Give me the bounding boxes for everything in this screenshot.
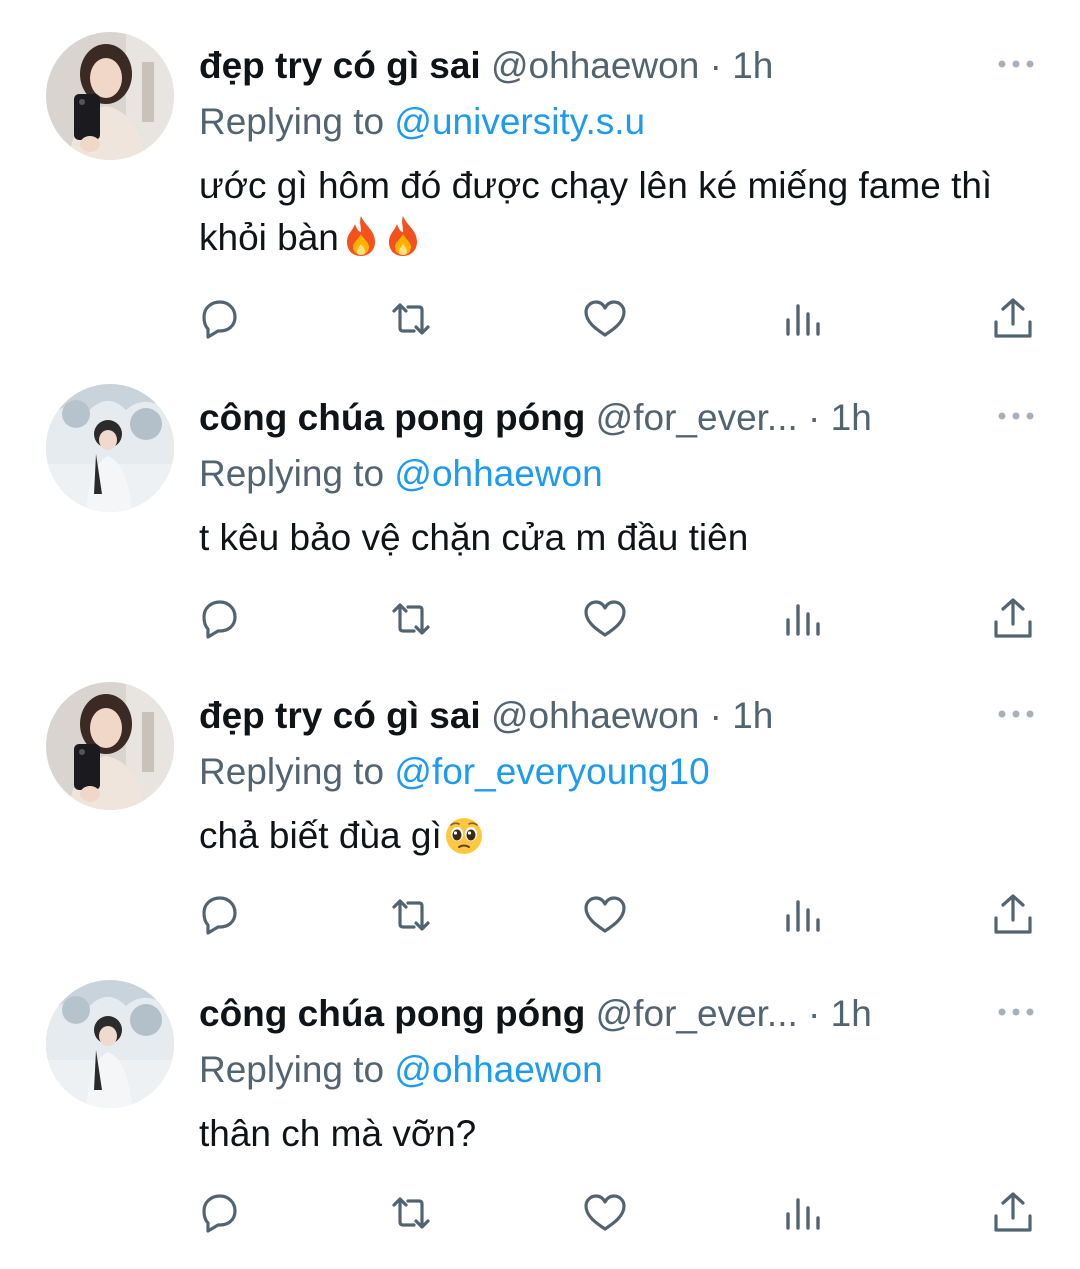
replying-to-line: Replying to @for_everyoung10 bbox=[199, 746, 710, 798]
avatar[interactable] bbox=[46, 384, 174, 512]
timestamp[interactable]: 1h bbox=[831, 993, 872, 1034]
timestamp[interactable]: 1h bbox=[732, 45, 773, 86]
replying-to-label: Replying to bbox=[199, 751, 385, 792]
tweet-actions bbox=[0, 890, 1080, 950]
timestamp[interactable]: 1h bbox=[732, 695, 773, 736]
handle[interactable]: @ohhaewon bbox=[491, 695, 699, 736]
reply-icon[interactable] bbox=[194, 594, 244, 644]
replying-to-label: Replying to bbox=[199, 101, 385, 142]
tweet-header: đẹp try có gì sai @ohhaewon · 1h bbox=[199, 38, 960, 94]
tweet-actions bbox=[0, 594, 1080, 654]
retweet-icon[interactable] bbox=[386, 594, 436, 644]
share-icon[interactable] bbox=[988, 890, 1038, 940]
retweet-icon[interactable] bbox=[386, 294, 436, 344]
share-icon[interactable] bbox=[988, 1188, 1038, 1238]
separator-dot: · bbox=[808, 993, 821, 1034]
avatar[interactable] bbox=[46, 32, 174, 160]
tweet[interactable]: đẹp try có gì sai @ohhaewon · 1h Replyin… bbox=[0, 0, 1080, 339]
tweet-text-content: ước gì hôm đó được chạy lên ké miếng fam… bbox=[199, 165, 993, 258]
avatar[interactable] bbox=[46, 980, 174, 1108]
tweet-header: công chúa pong póng @for_ever... · 1h bbox=[199, 390, 960, 446]
like-icon[interactable] bbox=[580, 594, 630, 644]
more-options-icon[interactable] bbox=[996, 404, 1036, 428]
handle[interactable]: @for_ever... bbox=[596, 993, 798, 1034]
replying-to-link[interactable]: @for_everyoung10 bbox=[394, 751, 709, 792]
reply-icon[interactable] bbox=[194, 1188, 244, 1238]
replying-to-label: Replying to bbox=[199, 453, 385, 494]
tweet-actions bbox=[0, 1188, 1080, 1248]
replying-to-line: Replying to @university.s.u bbox=[199, 96, 645, 148]
replying-to-link[interactable]: @ohhaewon bbox=[394, 453, 602, 494]
display-name[interactable]: đẹp try có gì sai bbox=[199, 695, 481, 736]
separator-dot: · bbox=[709, 695, 722, 736]
tweet-text-content: t kêu bảo vệ chặn cửa m đầu tiên bbox=[199, 517, 749, 558]
tweet[interactable]: công chúa pong póng @for_ever... · 1h Re… bbox=[0, 352, 1080, 650]
tweet-header: công chúa pong póng @for_ever... · 1h bbox=[199, 986, 960, 1042]
replying-to-label: Replying to bbox=[199, 1049, 385, 1090]
tweet-text: ước gì hôm đó được chạy lên ké miếng fam… bbox=[199, 160, 1039, 264]
replying-to-line: Replying to @ohhaewon bbox=[199, 448, 603, 500]
tweet-text: thân ch mà vỡn? bbox=[199, 1108, 1039, 1160]
replying-to-link[interactable]: @university.s.u bbox=[394, 101, 645, 142]
more-options-icon[interactable] bbox=[996, 702, 1036, 726]
replying-to-link[interactable]: @ohhaewon bbox=[394, 1049, 602, 1090]
handle[interactable]: @for_ever... bbox=[596, 397, 798, 438]
fire-emoji bbox=[346, 216, 375, 256]
display-name[interactable]: công chúa pong póng bbox=[199, 397, 585, 438]
tweet-header: đẹp try có gì sai @ohhaewon · 1h bbox=[199, 688, 960, 744]
separator-dot: · bbox=[808, 397, 821, 438]
like-icon[interactable] bbox=[580, 1188, 630, 1238]
avatar[interactable] bbox=[46, 682, 174, 810]
fire-emoji bbox=[388, 216, 417, 256]
pleading-face-emoji bbox=[445, 818, 482, 854]
tweet-text: t kêu bảo vệ chặn cửa m đầu tiên bbox=[199, 512, 1039, 564]
timestamp[interactable]: 1h bbox=[831, 397, 872, 438]
tweet[interactable]: đẹp try có gì sai @ohhaewon · 1h Replyin… bbox=[0, 650, 1080, 948]
reply-icon[interactable] bbox=[194, 294, 244, 344]
retweet-icon[interactable] bbox=[386, 890, 436, 940]
more-options-icon[interactable] bbox=[996, 52, 1036, 76]
replying-to-line: Replying to @ohhaewon bbox=[199, 1044, 603, 1096]
like-icon[interactable] bbox=[580, 890, 630, 940]
display-name[interactable]: công chúa pong póng bbox=[199, 993, 585, 1034]
reply-icon[interactable] bbox=[194, 890, 244, 940]
share-icon[interactable] bbox=[988, 294, 1038, 344]
tweet[interactable]: công chúa pong póng @for_ever... · 1h Re… bbox=[0, 948, 1080, 1246]
tweet-text-content: thân ch mà vỡn? bbox=[199, 1113, 477, 1154]
separator-dot: · bbox=[709, 45, 722, 86]
tweet-text: chả biết đùa gì bbox=[199, 810, 1039, 862]
views-icon[interactable] bbox=[776, 294, 826, 344]
more-options-icon[interactable] bbox=[996, 1000, 1036, 1024]
like-icon[interactable] bbox=[580, 294, 630, 344]
retweet-icon[interactable] bbox=[386, 1188, 436, 1238]
share-icon[interactable] bbox=[988, 594, 1038, 644]
views-icon[interactable] bbox=[776, 890, 826, 940]
views-icon[interactable] bbox=[776, 1188, 826, 1238]
tweet-text-content: chả biết đùa gì bbox=[199, 815, 442, 856]
views-icon[interactable] bbox=[776, 594, 826, 644]
display-name[interactable]: đẹp try có gì sai bbox=[199, 45, 481, 86]
handle[interactable]: @ohhaewon bbox=[491, 45, 699, 86]
tweet-actions bbox=[0, 294, 1080, 354]
